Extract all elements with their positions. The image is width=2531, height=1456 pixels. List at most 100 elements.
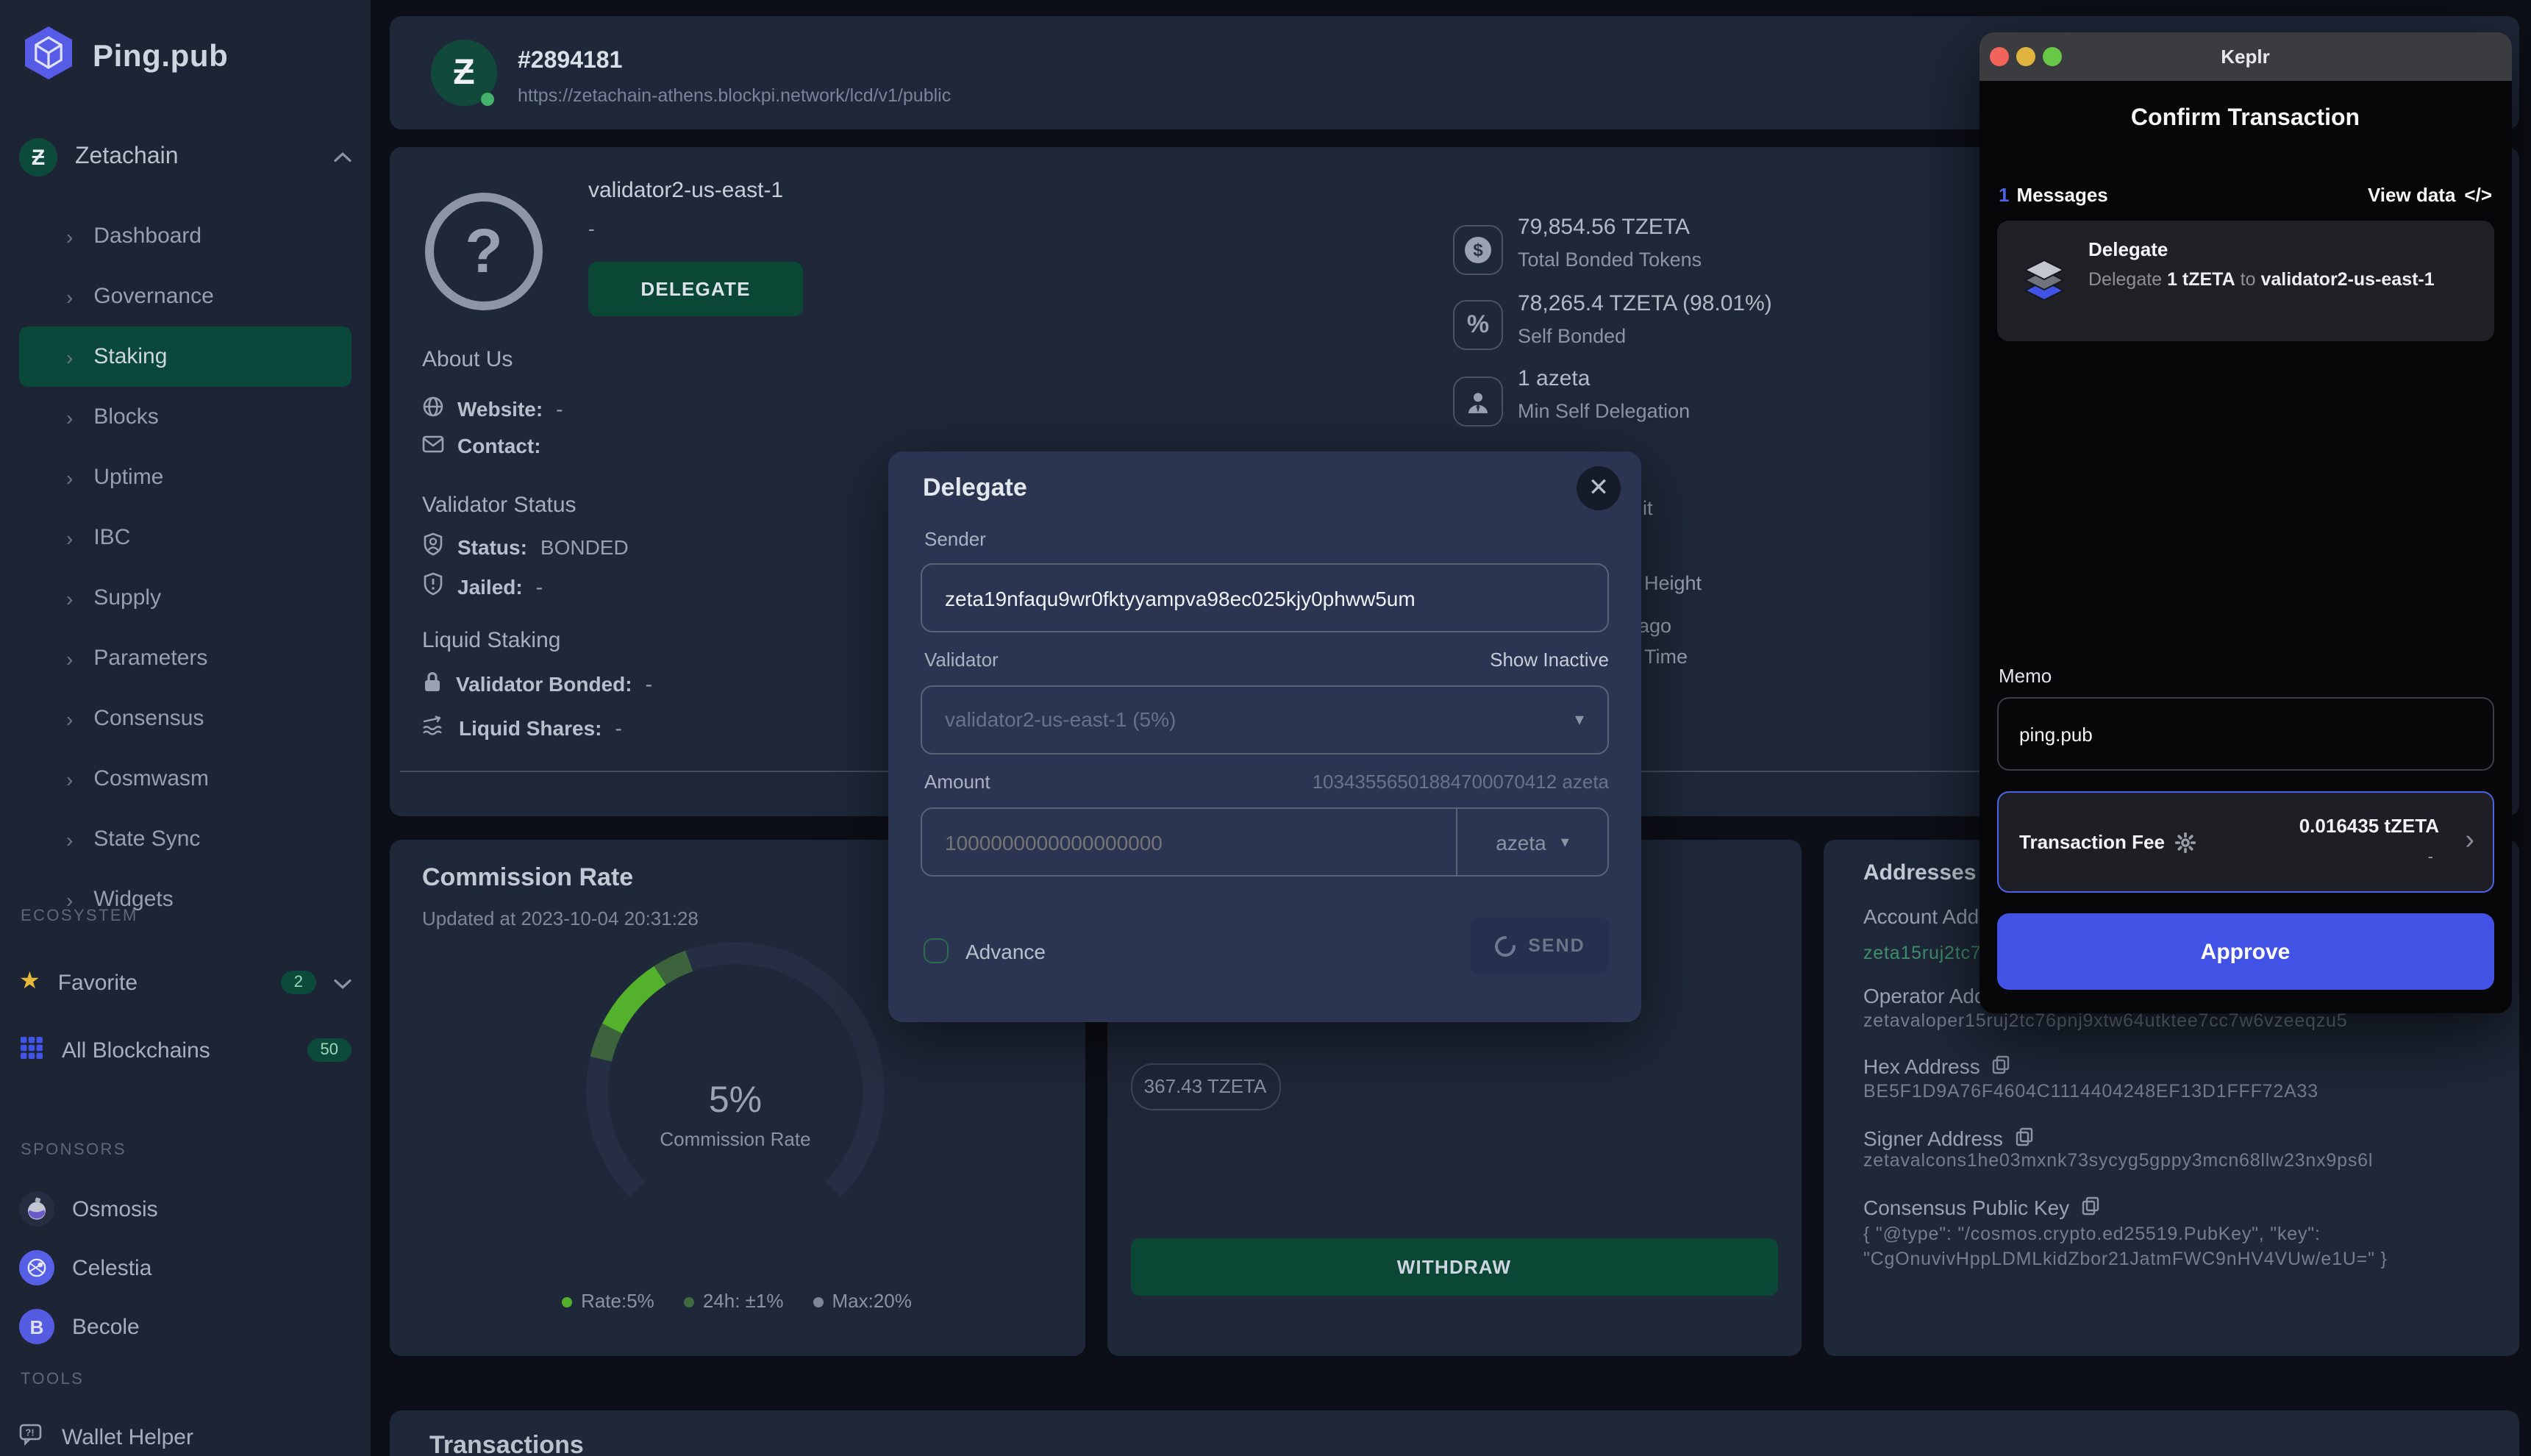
gear-icon[interactable] xyxy=(2175,832,2196,852)
sidebar-menu: ›Dashboard ›Governance ›Staking ›Blocks … xyxy=(19,206,351,929)
transaction-fee-card[interactable]: Transaction Fee 0.016435 tZETA - › xyxy=(1997,791,2493,893)
loading-spinner-icon xyxy=(1494,935,1516,957)
osmosis-flask-icon xyxy=(19,1191,54,1227)
commission-title: Commission Rate xyxy=(422,863,633,892)
caret-down-icon: ▾ xyxy=(1561,832,1569,852)
delegate-button[interactable]: DELEGATE xyxy=(588,262,803,316)
contact-row: Contact: xyxy=(422,434,541,457)
minimize-traffic-light[interactable] xyxy=(2016,47,2035,66)
sponsor-item-becole[interactable]: B Becole xyxy=(19,1306,351,1347)
gauge-legend: Rate:5% 24h: ±1% Max:20% xyxy=(390,1289,1084,1311)
available-amount-hint: 10343556501884700070412 azeta xyxy=(1313,771,1609,793)
commission-rate-value: 5% xyxy=(390,1079,1081,1121)
liquid-staking-title: Liquid Staking xyxy=(422,628,560,653)
sidebar-item-staking[interactable]: ›Staking xyxy=(19,326,351,387)
amount-label: Amount xyxy=(924,771,990,793)
chain-selector[interactable]: Ƶ Zetachain xyxy=(19,138,351,176)
legend-dot xyxy=(684,1296,694,1307)
sidebar-item-supply[interactable]: ›Supply xyxy=(19,568,351,628)
validator-select[interactable]: validator2-us-east-1 (5%) ▾ xyxy=(920,685,1609,754)
sidebar-item-wallet-helper[interactable]: ?! Wallet Helper xyxy=(19,1416,351,1456)
chain-name: Zetachain xyxy=(75,144,316,171)
advance-checkbox[interactable] xyxy=(923,938,948,963)
website-row: Website: - xyxy=(422,396,563,422)
shield-exclaim-icon xyxy=(422,572,444,600)
sidebar-item-cosmwasm[interactable]: ›Cosmwasm xyxy=(19,749,351,809)
ping-pub-app: Ping.pub Ƶ Zetachain ›Dashboard ›Governa… xyxy=(0,0,2531,1456)
stat-label-fragment: it xyxy=(1643,497,1653,519)
sidebar-item-label: Dashboard xyxy=(93,224,201,249)
zoom-traffic-light[interactable] xyxy=(2043,47,2062,66)
person-icon xyxy=(1453,377,1503,427)
stat-label-fragment: Time xyxy=(1644,646,1688,668)
sidebar-item-label: Consensus xyxy=(93,706,204,731)
close-traffic-light[interactable] xyxy=(1990,47,2009,66)
sender-input[interactable] xyxy=(921,565,1607,631)
status-label: Status: xyxy=(457,535,527,558)
memo-field-box xyxy=(1997,697,2493,771)
sidebar-item-label: Governance xyxy=(93,284,213,309)
sidebar-item-favorite[interactable]: ★ Favorite 2 xyxy=(19,960,351,1004)
approve-button[interactable]: Approve xyxy=(1997,913,2493,990)
message-title: Delegate xyxy=(2088,238,2168,260)
validator-identity: - xyxy=(588,218,595,240)
sidebar-item-state-sync[interactable]: ›State Sync xyxy=(19,809,351,869)
chevron-right-icon: › xyxy=(66,285,73,308)
legend-dot xyxy=(562,1296,572,1307)
send-button[interactable]: SEND xyxy=(1471,918,1609,974)
transactions-title: Transactions xyxy=(429,1430,584,1456)
withdraw-button[interactable]: WITHDRAW xyxy=(1130,1238,1778,1295)
sidebar-item-parameters[interactable]: ›Parameters xyxy=(19,628,351,688)
code-icon: </> xyxy=(2464,184,2492,206)
memo-input[interactable] xyxy=(1999,699,2492,769)
chevron-right-icon: › xyxy=(66,586,73,610)
sidebar-item-consensus[interactable]: ›Consensus xyxy=(19,688,351,749)
stat-value: 78,265.4 TZETA (98.01%) xyxy=(1518,291,1772,316)
sidebar-item-label: Parameters xyxy=(93,646,207,671)
validator-bonded-row: Validator Bonded: - xyxy=(422,671,652,697)
grid-icon xyxy=(19,1035,44,1066)
sender-field-box xyxy=(920,563,1609,632)
keplr-titlebar: Keplr xyxy=(1980,32,2511,81)
sidebar-item-uptime[interactable]: ›Uptime xyxy=(19,447,351,507)
stat-label: Self Bonded xyxy=(1518,325,1626,347)
copy-icon[interactable] xyxy=(2081,1195,2100,1220)
validator-bonded-label: Validator Bonded: xyxy=(456,672,632,696)
copy-icon[interactable] xyxy=(1992,1054,2011,1079)
stat-value: 1 azeta xyxy=(1518,366,1590,391)
liquid-shares-icon xyxy=(422,715,446,740)
dollar-icon: $ xyxy=(1453,225,1503,275)
advance-toggle-row: Advance xyxy=(923,938,1046,963)
validator-avatar: ? xyxy=(425,193,543,310)
validator-label: Validator xyxy=(924,649,999,671)
copy-icon[interactable] xyxy=(2015,1126,2034,1151)
sidebar-item-blocks[interactable]: ›Blocks xyxy=(19,387,351,447)
addresses-title: Addresses xyxy=(1863,860,1976,885)
sidebar-item-ibc[interactable]: ›IBC xyxy=(19,507,351,568)
messages-row: 1 Messages View data </> xyxy=(1999,184,2492,206)
amount-input[interactable] xyxy=(921,809,1457,875)
app-title: Ping.pub xyxy=(93,39,228,74)
stat-label-fragment: Height xyxy=(1644,572,1702,594)
delegate-modal: Delegate ✕ Sender Validator Show Inactiv… xyxy=(888,452,1641,1022)
messages-label: Messages xyxy=(2016,184,2367,206)
operator-address-value: zetavaloper15ruj2tc76pnj9xtw64utktee7cc7… xyxy=(1863,1010,2486,1030)
transactions-card: Transactions xyxy=(390,1410,2518,1456)
sponsor-item-celestia[interactable]: Celestia xyxy=(19,1247,351,1288)
jailed-label: Jailed: xyxy=(457,574,523,598)
close-icon[interactable]: ✕ xyxy=(1577,466,1621,510)
sidebar-item-dashboard[interactable]: ›Dashboard xyxy=(19,206,351,266)
ecosystem-section-label: ECOSYSTEM xyxy=(21,907,138,925)
denom-select[interactable]: azeta ▾ xyxy=(1456,809,1607,875)
becole-icon: B xyxy=(19,1309,54,1344)
lock-icon xyxy=(422,671,443,697)
status-value: BONDED xyxy=(540,535,629,558)
chevron-right-icon: › xyxy=(66,405,73,429)
app-logo[interactable]: Ping.pub xyxy=(19,24,228,90)
sidebar-item-governance[interactable]: › Governance xyxy=(19,266,351,326)
view-data-link[interactable]: View data </> xyxy=(2368,184,2492,206)
sidebar-item-all-blockchains[interactable]: All Blockchains 50 xyxy=(19,1028,351,1072)
legend-item-24h: 24h: ±1% xyxy=(684,1289,784,1311)
sponsor-item-osmosis[interactable]: Osmosis xyxy=(19,1188,351,1230)
show-inactive-link[interactable]: Show Inactive xyxy=(1490,649,1609,671)
